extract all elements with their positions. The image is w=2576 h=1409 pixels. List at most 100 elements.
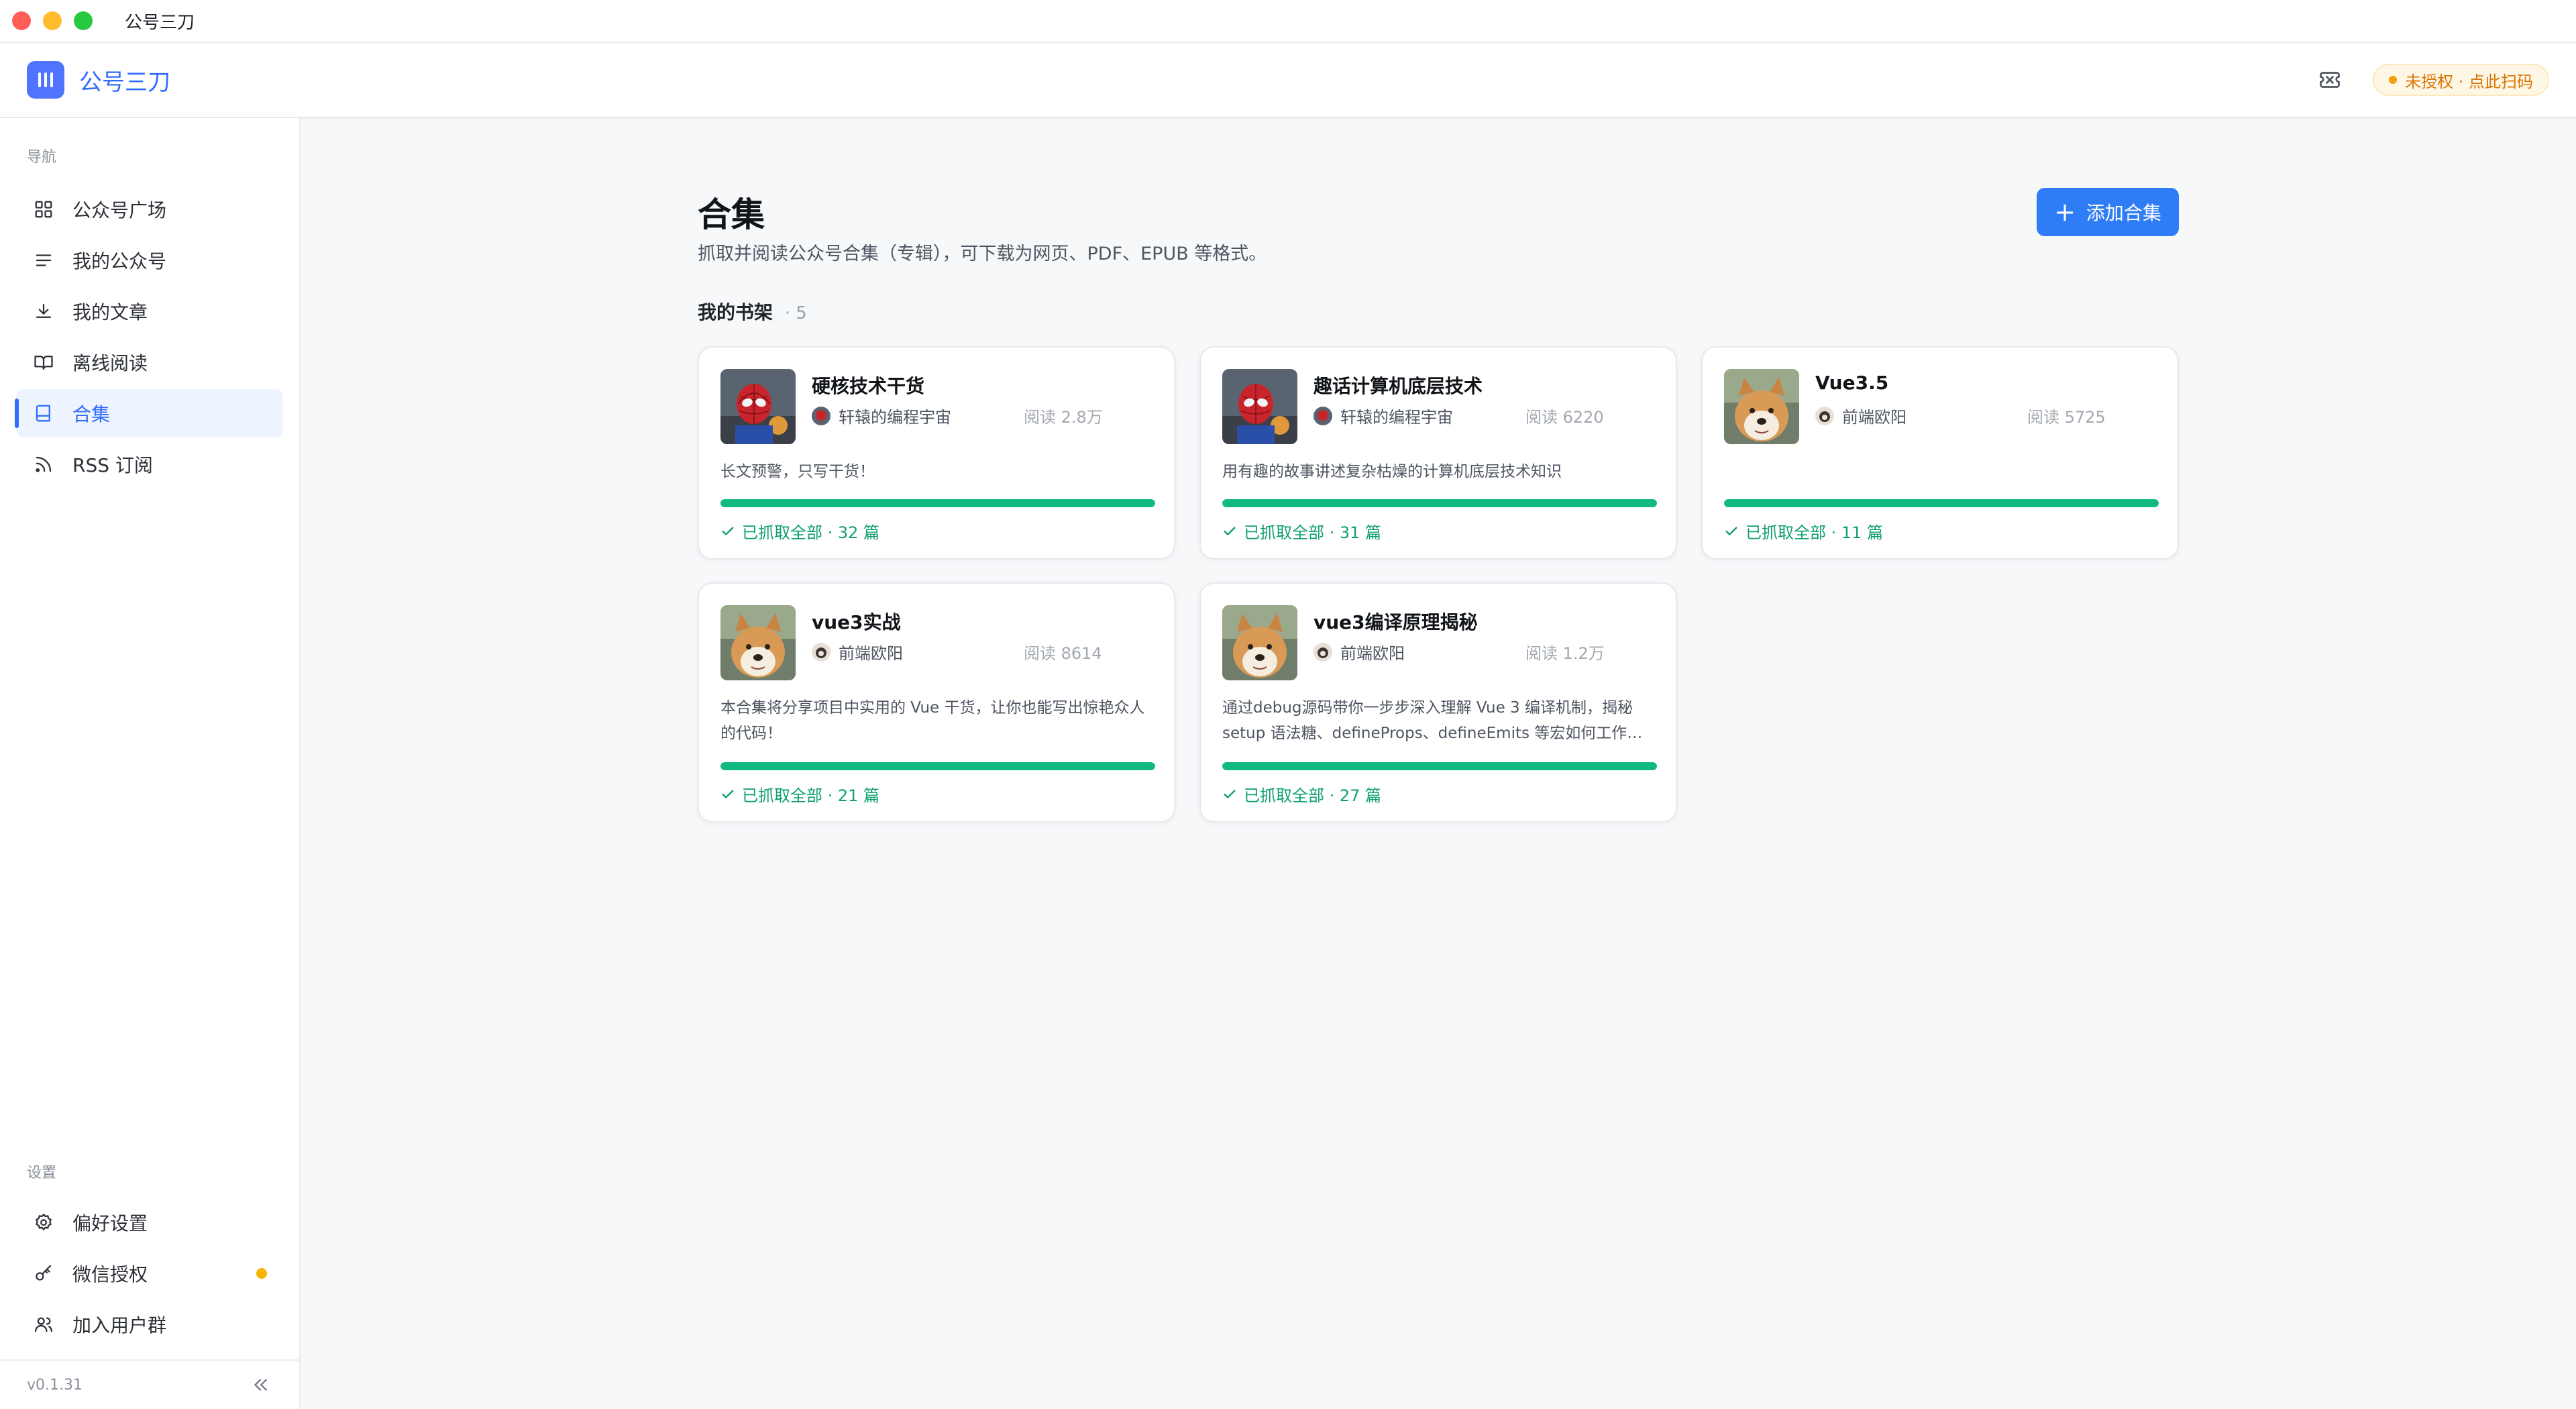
author-avatar xyxy=(1313,642,1332,662)
collection-cover-image xyxy=(720,369,796,444)
users-icon xyxy=(32,1313,55,1336)
collection-card[interactable]: 硬核技术干货 轩辕的编程宇宙 阅读 2.8万 长文预警，只写干货！ 已抓取全部 … xyxy=(698,346,1175,560)
fetch-status-text: 已抓取全部 · 27 篇 xyxy=(1244,786,1382,805)
fetch-status: 已抓取全部 · 32 篇 xyxy=(720,519,879,543)
collection-card[interactable]: 趣话计算机底层技术 轩辕的编程宇宙 阅读 6220 用有趣的故事讲述复杂枯燥的计… xyxy=(1199,346,1677,560)
auth-status-text: 未授权 · 点此扫码 xyxy=(2405,72,2533,91)
progress-fill xyxy=(1724,499,2159,507)
fetch-status-text: 已抓取全部 · 21 篇 xyxy=(742,786,880,805)
minimize-window-button[interactable] xyxy=(43,11,62,30)
sidebar-item-offline-reading[interactable]: 离线阅读 xyxy=(16,338,283,386)
sidebar-item-preferences[interactable]: 偏好设置 xyxy=(16,1198,283,1247)
author-avatar xyxy=(1815,406,1834,425)
author-name: 轩辕的编程宇宙 xyxy=(1340,408,1453,427)
collection-title: 硬核技术干货 xyxy=(812,375,925,397)
fetch-status-text: 已抓取全部 · 31 篇 xyxy=(1244,523,1382,542)
gear-icon xyxy=(32,1211,55,1234)
maximize-window-button[interactable] xyxy=(74,11,93,30)
collection-cover-image xyxy=(720,605,796,680)
sidebar-item-label: 我的公众号 xyxy=(72,250,167,272)
main-content: 合集 抓取并阅读公众号合集（专辑），可下载为网页、PDF、EPUB 等格式。 +… xyxy=(302,118,2576,1409)
window-controls xyxy=(12,11,93,30)
author-row: 轩辕的编程宇宙 xyxy=(1313,404,1453,427)
open-book-icon xyxy=(32,351,55,374)
sidebar-item-label: 偏好设置 xyxy=(72,1212,148,1235)
fetch-status: 已抓取全部 · 11 篇 xyxy=(1724,519,1883,543)
sidebar-settings: 偏好设置 微信授权 加入用户群 xyxy=(16,1198,283,1351)
author-name: 前端欧阳 xyxy=(1842,408,1907,427)
sidebar-item-label: 加入用户群 xyxy=(72,1314,167,1337)
progress-bar xyxy=(1222,499,1657,507)
window-title: 公号三刀 xyxy=(125,12,195,33)
author-row: 前端欧阳 xyxy=(1815,404,1907,427)
ticket-icon[interactable] xyxy=(2314,64,2346,96)
sidebar-item-accounts-square[interactable]: 公众号广场 xyxy=(16,185,283,233)
sidebar-item-label: 公众号广场 xyxy=(72,199,167,221)
plus-icon: + xyxy=(2054,197,2076,227)
app-logo xyxy=(27,61,64,99)
shelf-title: 我的书架 xyxy=(698,301,773,323)
add-collection-label: 添加合集 xyxy=(2086,202,2161,224)
sidebar-item-label: RSS 订阅 xyxy=(72,454,153,476)
progress-bar xyxy=(1222,762,1657,770)
collection-description: 本合集将分享项目中实用的 Vue 干货，让你也能写出惊艳众人的代码！ xyxy=(720,699,1145,742)
fetch-status-text: 已抓取全部 · 11 篇 xyxy=(1746,523,1884,542)
author-row: 前端欧阳 xyxy=(812,640,903,664)
shelf-count: · 5 xyxy=(784,303,807,323)
grid-icon xyxy=(32,198,55,221)
sidebar: 导航 公众号广场 我的公众号 我的文章 离线阅读 合集 RSS 订阅 设置 偏好… xyxy=(0,118,301,1409)
add-collection-button[interactable]: + 添加合集 xyxy=(2037,188,2179,236)
close-window-button[interactable] xyxy=(12,11,31,30)
read-count: 阅读 1.2万 xyxy=(1525,644,1605,663)
author-row: 前端欧阳 xyxy=(1313,640,1405,664)
status-dot-icon xyxy=(2389,76,2398,84)
progress-bar xyxy=(720,499,1155,507)
brand-name: 公号三刀 xyxy=(79,68,170,96)
auth-status-badge[interactable]: 未授权 · 点此扫码 xyxy=(2373,64,2549,96)
collection-card[interactable]: vue3实战 前端欧阳 阅读 8614 本合集将分享项目中实用的 Vue 干货，… xyxy=(698,582,1175,823)
sidebar-item-label: 合集 xyxy=(72,403,111,425)
read-count: 阅读 8614 xyxy=(1024,644,1102,663)
collection-description: 长文预警，只写干货！ xyxy=(720,463,875,480)
collection-title: Vue3.5 xyxy=(1815,372,1889,394)
author-name: 前端欧阳 xyxy=(1340,644,1405,663)
read-count: 阅读 2.8万 xyxy=(1024,408,1103,427)
collection-description: 用有趣的故事讲述复杂枯燥的计算机底层技术知识 xyxy=(1222,463,1562,480)
key-icon xyxy=(32,1262,55,1285)
warning-dot-icon xyxy=(256,1268,267,1279)
collection-card[interactable]: Vue3.5 前端欧阳 阅读 5725 已抓取全部 · 11 篇 xyxy=(1701,346,2179,560)
read-count: 阅读 5725 xyxy=(2027,408,2106,427)
version-label: v0.1.31 xyxy=(27,1376,83,1394)
sidebar-item-rss[interactable]: RSS 订阅 xyxy=(16,440,283,488)
author-avatar xyxy=(812,406,830,425)
fetch-status: 已抓取全部 · 31 篇 xyxy=(1222,519,1381,543)
app-window: 公号三刀 公号三刀 未授权 · 点此扫码 导航 公众号广场 我的公众号 我的文章… xyxy=(0,0,2576,1409)
collection-cover-image xyxy=(1222,605,1297,680)
check-icon xyxy=(1724,524,1739,539)
sidebar-item-wechat-auth[interactable]: 微信授权 xyxy=(16,1249,283,1298)
collapse-sidebar-icon[interactable] xyxy=(248,1373,272,1397)
sidebar-item-label: 我的文章 xyxy=(72,301,148,323)
collection-cover-image xyxy=(1222,369,1297,444)
settings-section-label: 设置 xyxy=(27,1165,57,1182)
fetch-status: 已抓取全部 · 27 篇 xyxy=(1222,782,1381,806)
sidebar-item-label: 离线阅读 xyxy=(72,352,148,374)
author-avatar xyxy=(812,642,830,662)
collection-card[interactable]: vue3编译原理揭秘 前端欧阳 阅读 1.2万 通过debug源码带你一步步深入… xyxy=(1199,582,1677,823)
collection-title: vue3实战 xyxy=(812,611,901,633)
check-icon xyxy=(1222,787,1237,802)
sidebar-item-collections[interactable]: 合集 xyxy=(15,389,283,437)
title-bar: 公号三刀 xyxy=(0,0,2576,43)
sidebar-item-my-accounts[interactable]: 我的公众号 xyxy=(16,236,283,284)
sidebar-nav: 公众号广场 我的公众号 我的文章 离线阅读 合集 RSS 订阅 xyxy=(15,185,283,491)
sidebar-item-join-group[interactable]: 加入用户群 xyxy=(16,1300,283,1349)
page-subtitle: 抓取并阅读公众号合集（专辑），可下载为网页、PDF、EPUB 等格式。 xyxy=(698,244,1267,264)
download-icon xyxy=(32,300,55,323)
sidebar-item-my-articles[interactable]: 我的文章 xyxy=(16,287,283,335)
page-title: 合集 xyxy=(698,195,765,234)
author-name: 轩辕的编程宇宙 xyxy=(839,408,951,427)
progress-bar xyxy=(720,762,1155,770)
collection-cover-image xyxy=(1724,369,1799,444)
header-actions: 未授权 · 点此扫码 xyxy=(2314,64,2549,96)
check-icon xyxy=(720,787,735,802)
